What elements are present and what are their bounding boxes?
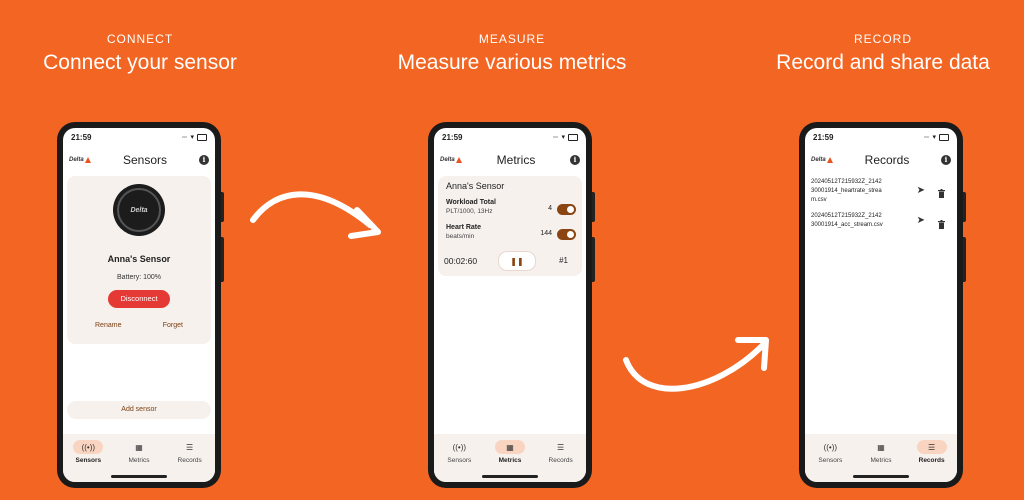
- page-title: Sensors: [122, 153, 168, 167]
- timer: 00:02:60: [444, 256, 478, 266]
- sensor-card: Delta Anna's Sensor Battery: 100% Discon…: [67, 176, 211, 344]
- metric-row: Workload Total PLT/1000, 13Hz 4: [446, 199, 576, 221]
- metric-name: Heart Rate: [446, 224, 482, 231]
- status-bar: 21:59 ▾: [434, 128, 586, 146]
- status-bar: 21:59 ▾: [805, 128, 957, 146]
- delta-logo: Delta: [440, 157, 462, 163]
- wifi-icon: ▾: [561, 134, 565, 141]
- caption-big: Record and share data: [776, 51, 990, 74]
- home-indicator: [111, 475, 167, 478]
- caption-small: MEASURE: [478, 32, 546, 46]
- record-filename: 20240512T215932Z_2142 30001914_acc_strea…: [811, 213, 883, 228]
- phone-records: 21:59 ▾ Delta Records i 20240512T215932Z…: [799, 122, 966, 488]
- caption-big: Measure various metrics: [397, 51, 627, 74]
- dashboard-icon: ▦: [135, 442, 143, 452]
- trash-icon[interactable]: [938, 185, 945, 198]
- app-bar: Delta Records i: [805, 146, 957, 174]
- metric-toggle[interactable]: [557, 229, 576, 240]
- add-sensor-button[interactable]: Add sensor: [67, 401, 211, 419]
- status-icons: ▾: [924, 133, 949, 141]
- battery-icon: [939, 133, 949, 141]
- dashboard-icon: ▦: [877, 442, 885, 452]
- status-time: 21:59: [442, 132, 463, 142]
- nav-item-records[interactable]: ☰ Records: [539, 440, 583, 482]
- app-bar: Delta Metrics i: [434, 146, 586, 174]
- rename-button[interactable]: Rename: [95, 322, 121, 329]
- home-indicator: [482, 475, 538, 478]
- delta-logo: Delta: [69, 157, 91, 163]
- nav-item-records[interactable]: ☰ Records: [910, 440, 954, 482]
- pause-icon: ❚❚: [510, 256, 524, 266]
- disconnect-button[interactable]: Disconnect: [108, 290, 170, 308]
- status-bar: 21:59 ▾: [63, 128, 215, 146]
- pause-button[interactable]: ❚❚: [498, 251, 536, 271]
- records-screen: 21:59 ▾ Delta Records i 20240512T215932Z…: [805, 128, 957, 482]
- metric-name: Workload Total: [446, 199, 496, 206]
- caption-measure: MEASURE Measure various metrics: [362, 0, 662, 75]
- app-bar: Delta Sensors i: [63, 146, 215, 174]
- metric-row: Heart Rate beats/min 144: [446, 224, 576, 246]
- sensors-icon: ((•)): [73, 440, 104, 454]
- caption-small: RECORD: [853, 32, 912, 46]
- delta-logo: Delta: [811, 157, 833, 163]
- home-indicator: [853, 475, 909, 478]
- info-icon[interactable]: i: [199, 155, 209, 165]
- trash-icon[interactable]: [938, 216, 945, 229]
- send-icon[interactable]: ➤: [917, 185, 925, 196]
- nav-item-sensors[interactable]: ((•)) Sensors: [66, 440, 110, 482]
- info-icon[interactable]: i: [569, 155, 580, 165]
- status-icons: ▾: [182, 133, 207, 141]
- send-icon[interactable]: ➤: [917, 215, 925, 226]
- caption-small: CONNECT: [106, 32, 174, 46]
- sensors-screen: 21:59 ▾ Delta Sensors i Delta Anna's Sen…: [63, 128, 215, 482]
- page-title: Metrics: [496, 153, 536, 167]
- nav-item-sensors[interactable]: ((•)) Sensors: [437, 440, 481, 482]
- nav-item-records[interactable]: ☰ Records: [168, 440, 212, 482]
- caption-connect: CONNECT Connect your sensor: [0, 0, 290, 75]
- dashboard-icon: ▦: [494, 440, 525, 454]
- list-icon: ☰: [186, 442, 194, 452]
- nav-item-sensors[interactable]: ((•)) Sensors: [808, 440, 852, 482]
- metrics-screen: 21:59 ▾ Delta Metrics i Anna's Sensor Wo…: [434, 128, 586, 482]
- list-icon: ☰: [916, 440, 947, 454]
- sensor-name: Anna's Sensor: [107, 254, 171, 264]
- record-item: 20240512T215932Z_2142 30001914_acc_strea…: [805, 212, 957, 238]
- phone-sensors: 21:59 ▾ Delta Sensors i Delta Anna's Sen…: [57, 122, 224, 488]
- phone-metrics: 21:59 ▾ Delta Metrics i Anna's Sensor Wo…: [428, 122, 595, 488]
- info-icon[interactable]: i: [941, 155, 951, 165]
- forget-button[interactable]: Forget: [163, 322, 183, 329]
- record-item: 20240512T215932Z_2142 30001914_heartrate…: [805, 178, 957, 212]
- metric-value: 4: [548, 205, 552, 212]
- record-filename: 20240512T215932Z_2142 30001914_heartrate…: [811, 179, 882, 203]
- sensor-name: Anna's Sensor: [446, 181, 505, 191]
- arrow-right-icon: [250, 191, 381, 239]
- arrow-up-right-icon: [623, 337, 769, 392]
- battery-icon: [568, 133, 578, 141]
- sensor-device-icon: Delta: [113, 184, 165, 236]
- wifi-icon: ▾: [190, 134, 194, 141]
- battery-icon: [197, 133, 207, 141]
- metric-toggle[interactable]: [557, 204, 576, 215]
- sensors-icon: ((•)): [823, 442, 838, 452]
- battery-level: Battery: 100%: [117, 274, 161, 281]
- record-number: #1: [559, 256, 568, 265]
- list-icon: ☰: [557, 442, 565, 452]
- status-time: 21:59: [71, 132, 92, 142]
- status-icons: ▾: [553, 133, 578, 141]
- page-title: Records: [864, 153, 910, 167]
- sensors-icon: ((•)): [452, 442, 467, 452]
- status-time: 21:59: [813, 132, 834, 142]
- wifi-icon: ▾: [932, 134, 936, 141]
- caption-record: RECORD Record and share data: [733, 0, 1024, 75]
- metric-value: 144: [540, 230, 552, 237]
- caption-big: Connect your sensor: [43, 51, 237, 74]
- metrics-card: Anna's Sensor Workload Total PLT/1000, 1…: [438, 176, 582, 276]
